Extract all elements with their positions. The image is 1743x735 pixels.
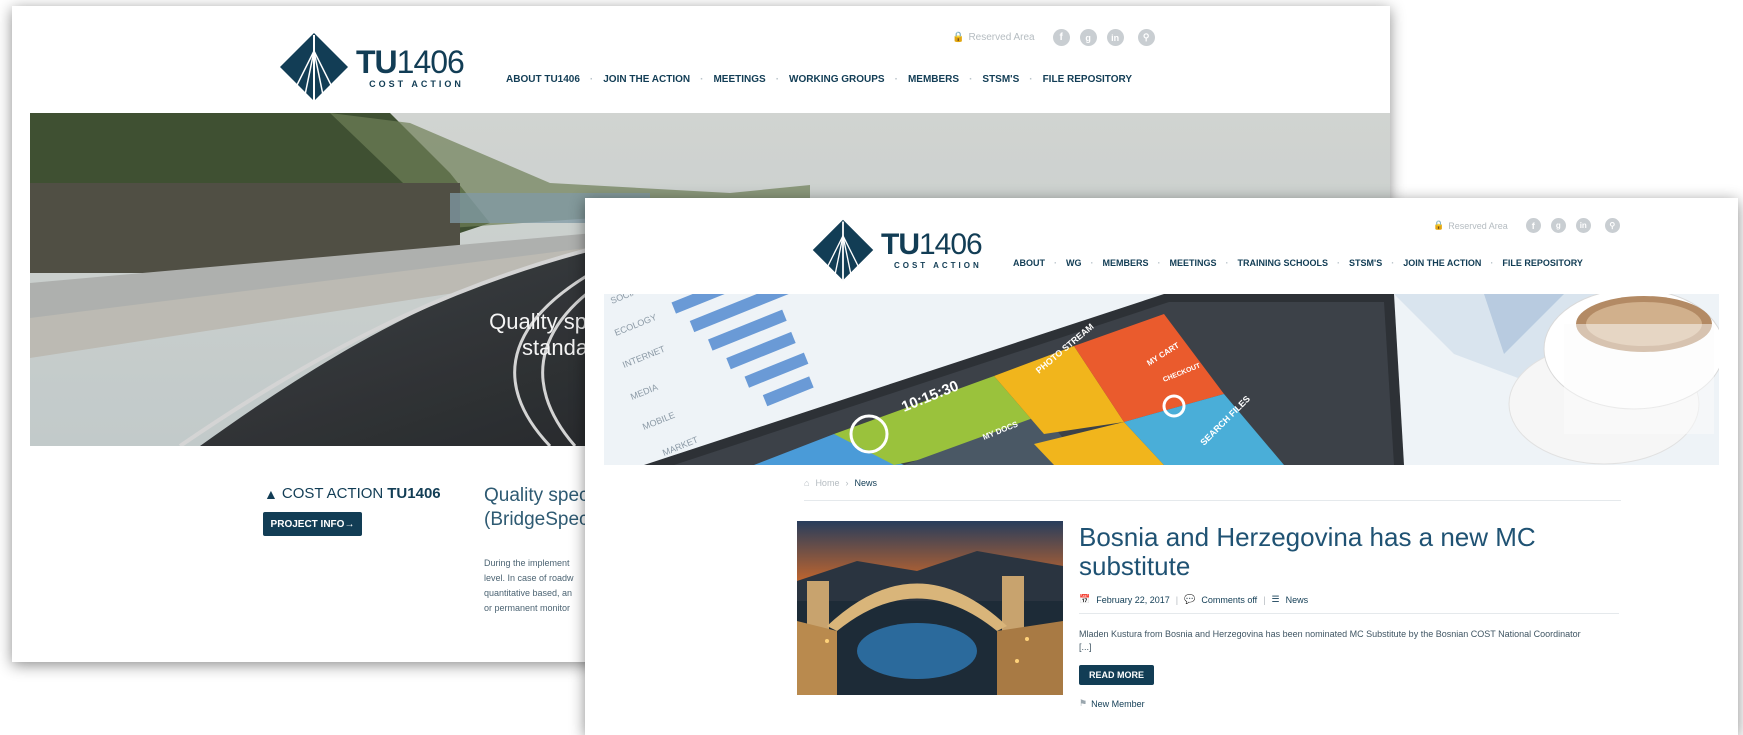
lock-icon: 🔒 (1433, 220, 1445, 230)
intro-line: level. In case of roadw (484, 573, 574, 583)
nav-join[interactable]: JOIN THE ACTION (1403, 258, 1481, 268)
search-icon[interactable]: ⚲ (1604, 218, 1620, 233)
site-logo[interactable]: TU1406 COST ACTION (278, 31, 465, 103)
nav-working-groups[interactable]: WORKING GROUPS (789, 74, 885, 85)
logo-subtitle: COST ACTION (893, 261, 982, 270)
breadcrumb-home[interactable]: Home (815, 478, 839, 488)
quality-heading: Quality spec (BridgeSpec) (484, 484, 595, 532)
nav-about[interactable]: ABOUT (1013, 258, 1045, 268)
front-browser-window: TU1406 COST ACTION 🔒 Reserved Area f g i… (585, 198, 1738, 735)
google-plus-icon[interactable]: g (1550, 218, 1566, 233)
intro-line: During the implement (484, 558, 570, 568)
article-category[interactable]: News (1286, 595, 1309, 605)
nav-stsms[interactable]: STSM'S (1349, 258, 1382, 268)
facebook-icon[interactable]: f (1525, 218, 1541, 233)
intro-line: or permanent monitor (484, 603, 571, 613)
hero-caption-line1: Quality sp (489, 309, 587, 334)
quality-heading-line2: (BridgeSpec) (484, 509, 595, 530)
road-icon: ▲ (264, 485, 278, 502)
nav-training-schools[interactable]: TRAINING SCHOOLS (1238, 258, 1329, 268)
excerpt-text: Mladen Kustura from Bosnia and Herzegovi… (1079, 629, 1581, 639)
nav-members[interactable]: MEMBERS (1103, 258, 1149, 268)
reserved-area-link[interactable]: Reserved Area (1448, 221, 1508, 231)
linkedin-icon[interactable]: in (1575, 218, 1591, 233)
meta-divider (1079, 613, 1619, 614)
nav-meetings[interactable]: MEETINGS (713, 74, 765, 85)
project-info-button[interactable]: PROJECT INFO→ (263, 512, 362, 536)
article-meta: 📅 February 22, 2017 | 💬 Comments off | ☰… (1079, 594, 1309, 605)
search-icon[interactable]: ⚲ (1137, 29, 1155, 46)
nav-about[interactable]: ABOUT TU1406 (506, 74, 580, 85)
cost-action-code: TU1406 (387, 485, 441, 502)
nav-members[interactable]: MEMBERS (908, 74, 959, 85)
intro-line: quantitative based, an (484, 588, 573, 598)
main-nav: ABOUT TU1406 · JOIN THE ACTION · MEETINGS ·… (506, 74, 1133, 85)
article-comments: Comments off (1201, 594, 1258, 605)
google-plus-icon[interactable]: g (1079, 29, 1097, 46)
quality-heading-line1: Quality spec (484, 485, 589, 506)
top-utility-bar: 🔒 Reserved Area f g in ⚲ (952, 29, 1155, 46)
breadcrumb: ⌂ Home › News (804, 478, 877, 488)
news-banner: SOCIAL ECOLOGY INTERNET MEDIA MOBILE MAR… (604, 294, 1719, 465)
nav-file-repository[interactable]: FILE REPOSITORY (1043, 74, 1132, 85)
tag-new-member[interactable]: New Member (1091, 699, 1145, 709)
logo-icon (280, 33, 348, 101)
article-thumbnail[interactable] (797, 521, 1063, 695)
mostar-bridge-photo (797, 521, 1063, 695)
article-excerpt: Mladen Kustura from Bosnia and Herzegovi… (1079, 628, 1619, 654)
article-title[interactable]: Bosnia and Herzegovina has a new MC subs… (1079, 523, 1619, 581)
linkedin-icon[interactable]: in (1106, 29, 1124, 46)
site-logo[interactable]: TU1406 COST ACTION (811, 218, 983, 282)
comment-icon: 💬 (1184, 594, 1196, 604)
cost-action-heading: ▲ COST ACTION TU1406 (264, 485, 441, 502)
cost-action-prefix: COST ACTION (281, 485, 384, 502)
tablet-dashboard-illustration: SOCIAL ECOLOGY INTERNET MEDIA MOBILE MAR… (604, 294, 1719, 465)
read-more-button[interactable]: READ MORE (1079, 665, 1154, 685)
calendar-icon: 📅 (1079, 594, 1091, 604)
logo-tu: TU (356, 43, 398, 80)
top-utility-bar: 🔒 Reserved Area f g in ⚲ (1433, 218, 1620, 233)
nav-wg[interactable]: WG (1066, 258, 1082, 268)
excerpt-more: [...] (1079, 642, 1092, 652)
reserved-area-link[interactable]: Reserved Area (968, 32, 1034, 43)
list-icon: ☰ (1271, 594, 1280, 604)
breadcrumb-divider (804, 500, 1621, 501)
logo-icon (812, 219, 874, 281)
main-nav: ABOUT · WG · MEMBERS · MEETINGS · TRAINING S… (1013, 258, 1583, 268)
home-icon: ⌂ (804, 478, 810, 488)
logo-number: 1406 (396, 43, 465, 80)
lock-icon: 🔒 (952, 32, 965, 43)
hero-caption-line2: standa (522, 335, 589, 360)
nav-file-repository[interactable]: FILE REPOSITORY (1502, 258, 1583, 268)
article-tags: ⚑ New Member (1079, 698, 1145, 709)
nav-stsms[interactable]: STSM'S (982, 74, 1019, 85)
logo-subtitle: COST ACTION (369, 78, 464, 89)
nav-join[interactable]: JOIN THE ACTION (603, 74, 690, 85)
intro-paragraph: During the implement level. In case of r… (484, 556, 574, 616)
facebook-icon[interactable]: f (1052, 29, 1070, 46)
logo-tu: TU (881, 228, 920, 261)
nav-meetings[interactable]: MEETINGS (1170, 258, 1217, 268)
breadcrumb-current: News (854, 478, 877, 488)
tag-icon: ⚑ (1079, 698, 1088, 708)
article-date: February 22, 2017 (1096, 594, 1170, 605)
hero-caption: Quality sp standa (488, 309, 588, 361)
logo-number: 1406 (919, 228, 983, 261)
